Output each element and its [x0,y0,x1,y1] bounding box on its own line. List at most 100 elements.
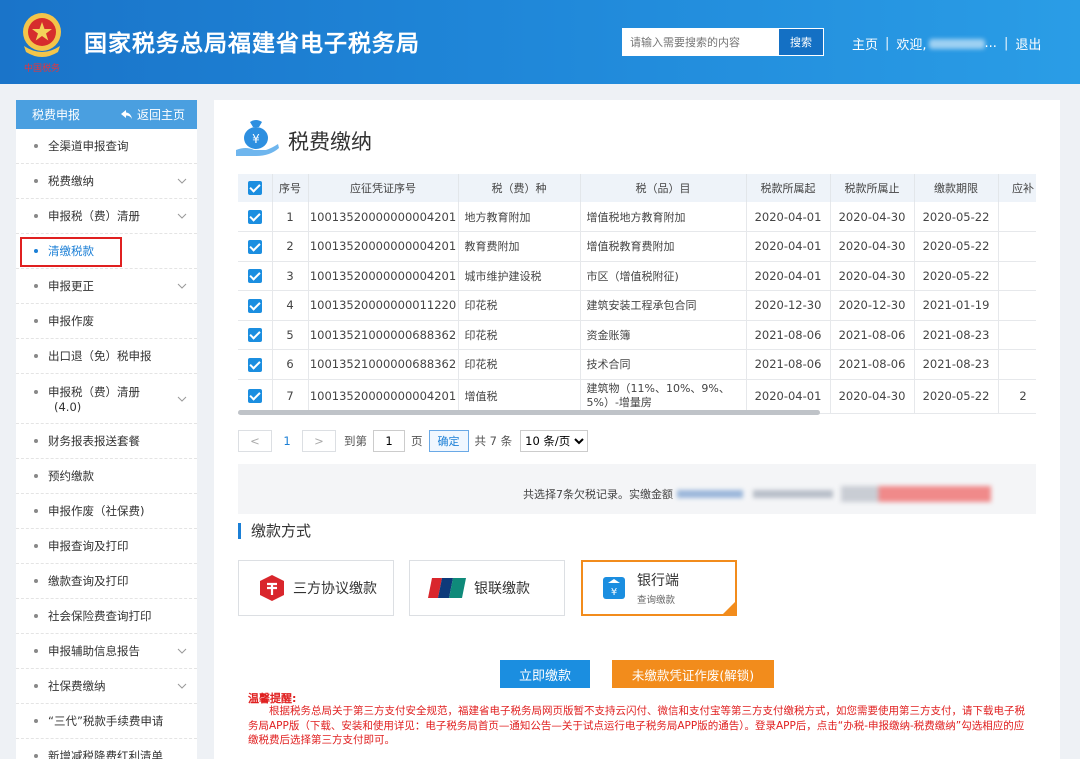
sidebar-item-tax-payment[interactable]: 税费缴纳 [16,164,197,199]
cell-period-start: 2020-04-01 [746,379,831,414]
sidebar-header: 税费申报 返回主页 [16,100,197,129]
sidebar-item-payment-print[interactable]: 缴款查询及打印 [16,564,197,599]
summary-bar: 共选择7条欠税记录。实缴金额 [238,464,1036,514]
cell-tax-item: 建筑物（11%、10%、9%、5%）-增量房 [580,379,747,414]
row-checkbox[interactable] [247,239,262,254]
search-input[interactable] [622,28,778,56]
pay-method-label: 银联缴款 [474,581,530,597]
sidebar-item-label: 社会保险费查询打印 [48,609,152,623]
cell-tax-item: 技术合同 [580,349,747,380]
logout-link[interactable]: 退出 [1015,34,1041,53]
cell-voucher-no: 10013520000000004201 [308,379,459,414]
sidebar-item-label: 申报更正 [48,279,94,293]
sidebar-item-declaration-print[interactable]: 申报查询及打印 [16,529,197,564]
back-home-link[interactable]: 返回主页 [120,106,185,123]
sidebar-item-tax-relief-list[interactable]: 新增减税降费红利清单 [16,739,197,759]
cell-amount-due [998,320,1036,350]
svg-text:¥: ¥ [611,587,617,598]
cell-amount-due: 2 [998,379,1036,414]
row-checkbox[interactable] [247,389,262,404]
sidebar-item-export-refund[interactable]: 出口退（免）税申报 [16,339,197,374]
sidebar-item-clear-tax[interactable]: 清缴税款 [16,234,197,269]
goto-confirm-button[interactable]: 确定 [428,430,469,452]
bullet-icon [34,144,38,148]
sidebar-item-social-payment[interactable]: 社保费缴纳 [16,669,197,704]
pay-method-bank[interactable]: ¥ 银行端 查询缴款 [581,560,737,616]
cell-tax-item: 增值税地方教育附加 [580,202,747,232]
sidebar-section-title: 税费申报 [32,108,81,122]
total-count: 共 7 条 [474,434,513,448]
sidebar-item-declaration-correction[interactable]: 申报更正 [16,269,197,304]
sidebar-item-all-channel-query[interactable]: 全渠道申报查询 [16,129,197,164]
sidebar-item-auxiliary-report[interactable]: 申报辅助信息报告 [16,634,197,669]
sidebar-item-social-insurance-print[interactable]: 社会保险费查询打印 [16,599,197,634]
cell-period-end: 2020-04-30 [830,231,915,262]
table-row[interactable]: 7 10013520000000004201 增值税 建筑物（11%、10%、9… [238,379,1036,414]
page-number-current[interactable]: 1 [272,434,302,448]
pay-method-label: 三方协议缴款 [293,581,377,597]
row-select-cell [238,379,273,414]
masked-total-amount [841,486,991,502]
bullet-icon [34,284,38,288]
top-nav: 主页 | 欢迎, ... | 退出 [852,34,1041,53]
sidebar-item-financial-report[interactable]: 财务报表报送套餐 [16,424,197,459]
sidebar-item-declaration-list[interactable]: 申报税（费）清册 [16,199,197,234]
sidebar-item-void-social[interactable]: 申报作废（社保费) [16,494,197,529]
search-button[interactable]: 搜索 [778,28,824,56]
summary-text: 共选择7条欠税记录。实缴金额 [523,488,673,501]
cell-index: 7 [272,379,309,414]
row-checkbox[interactable] [247,269,262,283]
pay-method-tripartite[interactable]: 三方协议缴款 [238,560,394,616]
cell-index: 3 [272,261,309,291]
table-row[interactable]: 3 10013520000000004201 城市维护建设税 市区（增值税附征)… [238,261,1036,291]
sidebar-item-declaration-void[interactable]: 申报作废 [16,304,197,339]
cell-period-end: 2021-08-06 [830,320,915,350]
row-checkbox[interactable] [247,328,262,342]
cell-amount-due [998,231,1036,262]
cell-deadline: 2021-08-23 [914,349,999,380]
table-row[interactable]: 6 10013521000000688362 印花税 技术合同 2021-08-… [238,349,1036,380]
goto-page-input[interactable] [373,430,405,452]
table-row[interactable]: 5 10013521000000688362 印花税 资金账簿 2021-08-… [238,320,1036,350]
home-link[interactable]: 主页 [852,34,878,53]
chevron-down-icon [177,178,187,184]
next-page-button[interactable]: > [302,430,336,452]
pay-method-label: 银行端 [637,573,679,589]
row-checkbox[interactable] [247,298,262,313]
unlock-voucher-button[interactable]: 未缴款凭证作废(解锁) [612,660,774,688]
row-select-cell [238,202,273,232]
row-checkbox[interactable] [247,357,262,372]
row-select-cell [238,290,273,321]
chevron-down-icon [177,213,187,219]
bullet-icon [34,719,38,723]
table-row[interactable]: 4 10013520000000011220 印花税 建筑安装工程承包合同 20… [238,290,1036,321]
sidebar-item-declaration-list-4[interactable]: 申报税（费）清册 (4.0) [16,374,197,424]
payment-method-title: 缴款方式 [251,522,312,540]
cell-index: 1 [272,202,309,232]
cell-period-start: 2020-04-01 [746,261,831,291]
unionpay-icon [428,578,466,598]
goto-label: 到第 [344,434,367,448]
pay-now-button[interactable]: 立即缴款 [500,660,590,688]
cell-amount-due [998,202,1036,232]
bullet-icon [34,319,38,323]
horizontal-scrollbar[interactable] [238,410,820,415]
chevron-down-icon [177,648,187,654]
sidebar-item-three-agent-fee[interactable]: “三代”税款手续费申请 [16,704,197,739]
page-size-select[interactable]: 10 条/页 [520,430,589,452]
pay-method-unionpay[interactable]: 银联缴款 [409,560,565,616]
table-row[interactable]: 1 10013520000000004201 地方教育附加 增值税地方教育附加 … [238,202,1036,232]
bullet-icon [34,439,38,443]
cell-period-start: 2021-08-06 [746,349,831,380]
select-all-checkbox[interactable] [247,181,262,195]
table-row[interactable]: 2 10013520000000004201 教育费附加 增值税教育费附加 20… [238,231,1036,262]
chevron-down-icon [177,683,187,689]
prev-page-button[interactable]: < [238,430,272,452]
col-header: 税款所属止 [830,174,915,202]
tax-emblem-icon: 中国税务 [23,13,61,74]
sidebar-item-scheduled-payment[interactable]: 预约缴款 [16,459,197,494]
row-checkbox[interactable] [247,209,262,224]
cell-voucher-no: 10013520000000004201 [308,261,459,291]
masked-username [928,38,985,49]
bullet-icon [34,614,38,618]
